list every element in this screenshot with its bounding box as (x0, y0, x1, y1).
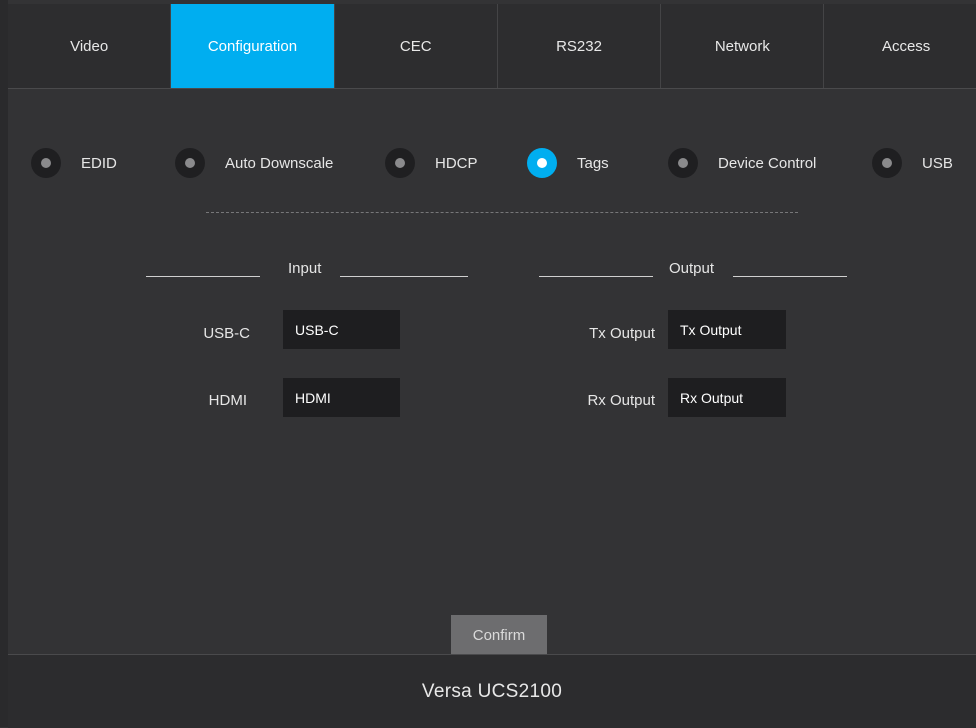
confirm-button[interactable]: Confirm (451, 615, 547, 655)
tab-cec[interactable]: CEC (335, 4, 498, 88)
input-section-header: Input (146, 260, 468, 280)
usb-c-label: USB-C (203, 325, 250, 342)
option-auto-downscale[interactable]: Auto Downscale (175, 146, 333, 180)
header-rule (146, 276, 260, 277)
tx-output-label: Tx Output (589, 325, 655, 342)
radio-icon (668, 148, 698, 178)
radio-icon (385, 148, 415, 178)
tab-network[interactable]: Network (661, 4, 825, 88)
input-section-title: Input (288, 260, 322, 277)
output-section-header: Output (539, 260, 847, 280)
option-label: HDCP (435, 154, 478, 172)
header-rule (340, 276, 468, 277)
top-tab-bar: Video Configuration CEC RS232 Network Ac… (8, 4, 976, 89)
footer: Versa UCS2100 (8, 654, 976, 728)
tab-access[interactable]: Access (824, 4, 976, 88)
tab-video[interactable]: Video (8, 4, 172, 88)
radio-icon (31, 148, 61, 178)
rx-output-label: Rx Output (587, 392, 655, 409)
hdmi-label: HDMI (208, 392, 247, 409)
usb-c-tag-input[interactable] (283, 310, 400, 349)
tab-rs232[interactable]: RS232 (498, 4, 662, 88)
tab-configuration[interactable]: Configuration (171, 4, 335, 88)
header-rule (733, 276, 847, 277)
option-label: Device Control (718, 154, 817, 172)
dashed-divider (206, 212, 798, 213)
option-tags[interactable]: Tags (527, 146, 609, 180)
radio-icon (872, 148, 902, 178)
option-device-control[interactable]: Device Control (668, 146, 816, 180)
config-option-group: EDID Auto Downscale HDCP Tags Device Con… (0, 146, 976, 180)
option-label: USB (922, 154, 953, 172)
hdmi-tag-input[interactable] (283, 378, 400, 417)
option-edid[interactable]: EDID (31, 146, 117, 180)
tx-output-tag-input[interactable] (668, 310, 786, 349)
option-label: EDID (81, 154, 117, 172)
option-hdcp[interactable]: HDCP (385, 146, 478, 180)
left-edge (0, 0, 8, 727)
rx-output-tag-input[interactable] (668, 378, 786, 417)
option-label: Tags (577, 154, 609, 172)
option-usb[interactable]: USB (872, 146, 953, 180)
output-section-title: Output (669, 260, 715, 277)
radio-selected-icon (527, 148, 557, 178)
radio-icon (175, 148, 205, 178)
option-label: Auto Downscale (225, 154, 334, 172)
device-model-title: Versa UCS2100 (421, 680, 563, 702)
header-rule (539, 276, 653, 277)
